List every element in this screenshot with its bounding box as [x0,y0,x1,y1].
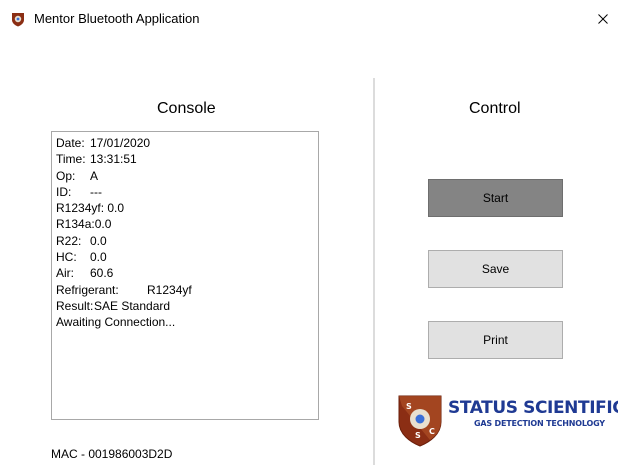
console-line-label: R134a: [56,217,95,232]
console-line-value: 60.6 [90,266,114,281]
save-button[interactable]: Save [428,250,563,288]
console-line-label: Time: [56,152,86,167]
close-icon[interactable] [592,8,614,30]
logo-title: STATUS SCIENTIFIC [448,398,618,418]
console-line-value: --- [90,184,102,199]
console-line-label: HC: [56,250,77,265]
logo-subtitle: GAS DETECTION TECHNOLOGY [474,419,605,428]
svg-text:S: S [415,431,421,440]
console-line: R1234yf: 0.0 [56,200,318,216]
ssc-badge-icon: S S C [398,395,442,447]
app-window: Mentor Bluetooth Application Console Con… [0,0,618,465]
console-line: HC: 0.0 [56,249,318,265]
panel-divider [373,78,375,465]
console-line: R134a:0.0 [56,216,318,232]
console-line: Time: 13:31:51 [56,151,318,167]
console-line: ID: --- [56,184,318,200]
mac-address-label: MAC - 001986003D2D [51,447,173,461]
console-line-label: R22: [56,233,82,248]
console-line: R22: 0.0 [56,233,318,249]
console-line: Result:SAE Standard [56,298,318,314]
console-line-value: 0.0 [90,233,107,248]
console-line-label: Air: [56,266,74,281]
console-line-value: R1234yf [147,282,192,297]
console-line: Refrigerant: R1234yf [56,282,318,298]
console-line-value: 0.0 [90,250,107,265]
console-line-label: R1234yf: [56,201,105,216]
console-line: Date: 17/01/2020 [56,135,318,151]
status-scientific-logo: S S C STATUS SCIENTIFIC GAS DETECTION TE… [396,392,618,448]
window-title: Mentor Bluetooth Application [34,11,200,26]
console-line: Air: 60.6 [56,265,318,281]
console-line-value: 17/01/2020 [90,136,151,150]
svg-text:C: C [429,427,435,436]
console-line-value: 0.0 [94,217,112,232]
console-line-label: Refrigerant: [56,282,119,297]
console-line-value: 13:31:51 [90,152,137,167]
console-line-value: 0.0 [107,201,125,216]
console-line-value: A [90,168,99,183]
print-button[interactable]: Print [428,321,563,359]
start-button[interactable]: Start [428,179,563,217]
console-line-label: Awaiting Connection... [56,315,176,330]
console-output[interactable]: Date: 17/01/2020 Time: 13:31:51 Op: A ID: --- R1… [51,131,319,420]
console-line-label: Op: [56,168,76,183]
svg-text:S: S [406,402,412,411]
console-line-label: Date: [56,136,85,150]
console-line-value: SAE Standard [94,298,171,313]
console-line-label: Result: [56,298,94,313]
console-line: Op: A [56,168,318,184]
console-line-label: ID: [56,184,72,199]
console-line: Awaiting Connection... [56,314,318,330]
control-header: Control [469,100,521,117]
console-header: Console [157,100,216,117]
mentor-app-icon [12,13,24,27]
